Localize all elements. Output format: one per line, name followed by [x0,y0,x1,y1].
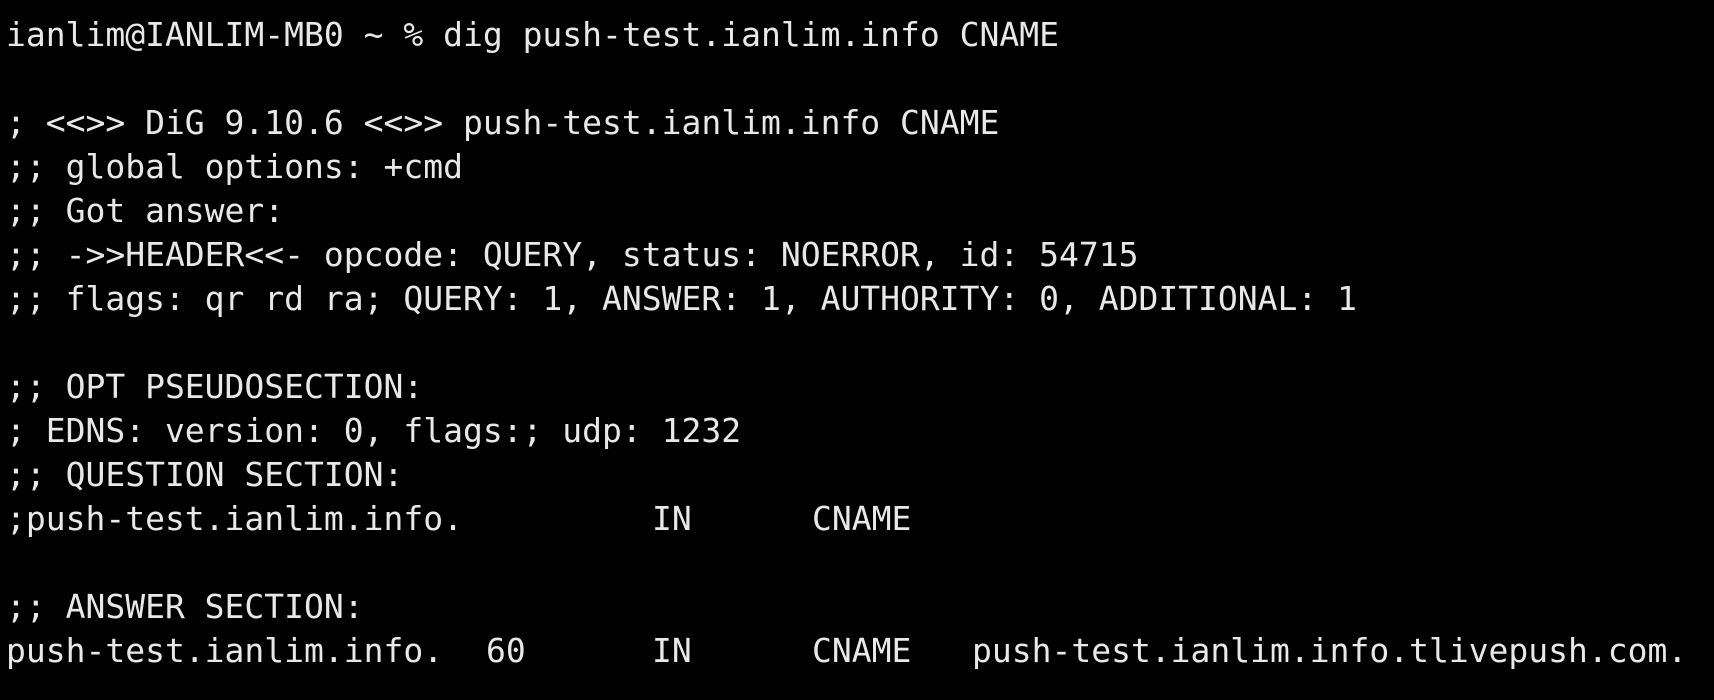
answer-class: IN [652,631,692,670]
question-class: IN [652,499,692,538]
answer-target: push-test.ianlim.info.tlivepush.com. [972,631,1688,670]
answer-type: CNAME [812,631,912,670]
got-answer-line: ;; Got answer: [6,191,285,230]
flags-line: ;; flags: qr rd ra; QUERY: 1, ANSWER: 1,… [6,279,1358,318]
command-line: ianlim@IANLIM-MB0 ~ % dig push-test.ianl… [6,13,1714,57]
question-type: CNAME [812,499,912,538]
dig-banner: ; <<>> DiG 9.10.6 <<>> push-test.ianlim.… [6,103,1000,142]
answer-name: push-test.ianlim.info. [6,631,444,670]
question-section-heading: ;; QUESTION SECTION: [6,455,404,494]
answer-section-heading: ;; ANSWER SECTION: [6,587,364,626]
command-text: dig push-test.ianlim.info CNAME [443,15,1059,54]
answer-record: push-test.ianlim.info. 60 IN CNAME push-test… [6,629,1714,673]
header-line: ;; ->>HEADER<<- opcode: QUERY, status: N… [6,235,1139,274]
question-name: ;push-test.ianlim.info. [6,499,463,538]
global-options-line: ;; global options: +cmd [6,147,463,186]
question-record: ;push-test.ianlim.info. IN CNAME [6,497,1714,541]
shell-prompt: ianlim@IANLIM-MB0 ~ % [6,15,444,54]
terminal-window[interactable]: ianlim@IANLIM-MB0 ~ % dig push-test.ianl… [0,0,1714,700]
edns-line: ; EDNS: version: 0, flags:; udp: 1232 [6,411,742,450]
opt-pseudosection-heading: ;; OPT PSEUDOSECTION: [6,367,424,406]
answer-ttl: 60 [486,631,526,670]
